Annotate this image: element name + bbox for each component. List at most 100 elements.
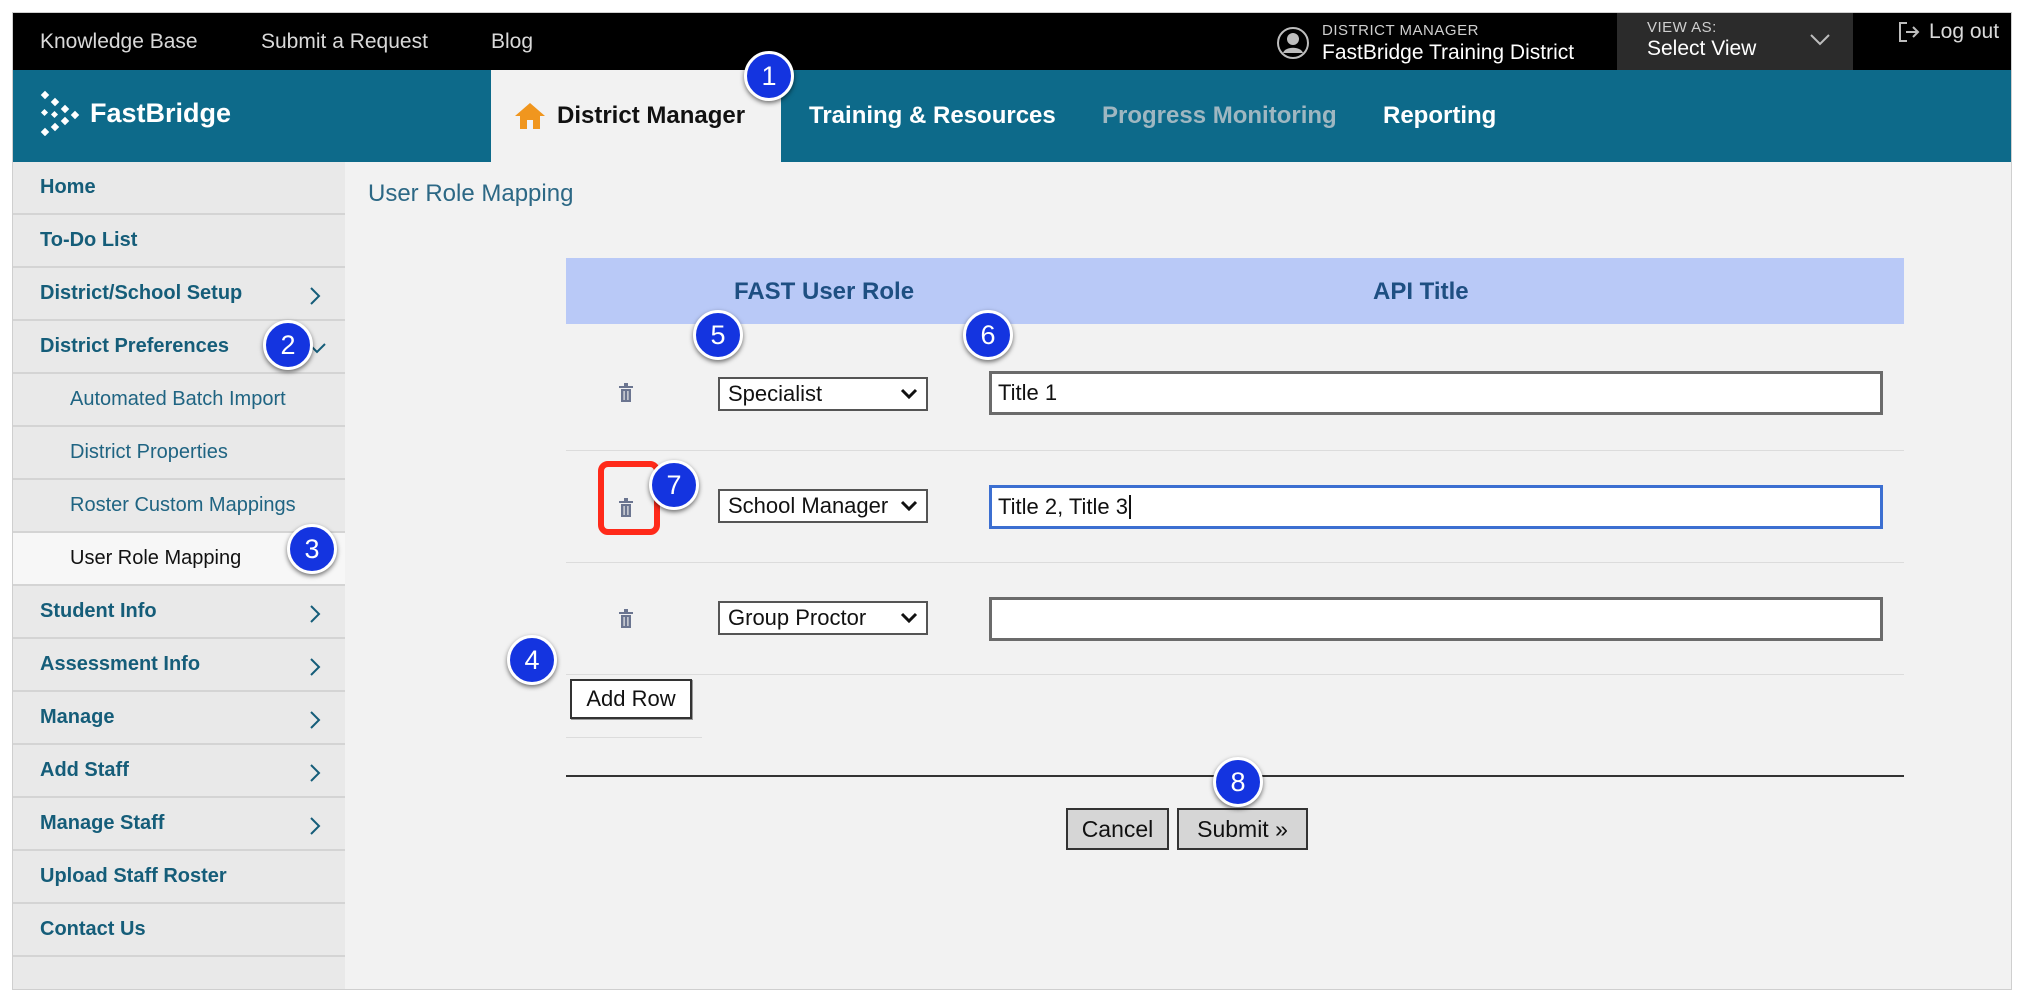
table-row: Group Proctor	[566, 563, 1904, 675]
sidebar-item-student-info[interactable]: Student Info	[13, 586, 345, 639]
input-value: Title 2, Title 3	[998, 494, 1129, 519]
select-value: Group Proctor	[728, 605, 867, 630]
text-cursor	[1129, 495, 1132, 519]
sidebar-item-manage[interactable]: Manage	[13, 692, 345, 745]
fast-user-role-select[interactable]: Group Proctor	[718, 601, 928, 635]
column-header-api-title: API Title	[1373, 278, 1469, 305]
sidebar-nav: Home To-Do List District/School Setup Di…	[13, 162, 345, 989]
user-role-label: DISTRICT MANAGER	[1322, 22, 1479, 39]
fast-user-role-select[interactable]: School Manager	[718, 489, 928, 523]
sidebar-item-label: District Properties	[70, 441, 228, 463]
chevron-down-icon	[900, 500, 918, 512]
cancel-button[interactable]: Cancel	[1066, 808, 1169, 850]
column-header-fast-user-role: FAST User Role	[734, 278, 915, 305]
app-window: Knowledge Base Submit a Request Blog DIS…	[12, 12, 2012, 990]
callout-badge-3: 3	[287, 524, 337, 574]
chevron-right-icon	[310, 711, 321, 729]
api-title-input[interactable]: Title 1	[989, 371, 1883, 415]
logout-link[interactable]: Log out	[1897, 18, 1999, 46]
sidebar-item-label: Add Staff	[40, 759, 129, 781]
callout-badge-5: 5	[693, 310, 743, 360]
add-row-divider	[566, 737, 702, 738]
sidebar-item-label: User Role Mapping	[70, 547, 242, 569]
select-value: Specialist	[728, 381, 823, 406]
user-avatar-icon	[1277, 27, 1309, 59]
add-row-button[interactable]: Add Row	[570, 679, 692, 719]
tab-label: Progress Monitoring	[1102, 102, 1337, 129]
callout-badge-1: 1	[744, 51, 794, 101]
chevron-right-icon	[310, 817, 321, 835]
callout-badge-6: 6	[963, 310, 1013, 360]
submit-button[interactable]: Submit »	[1177, 808, 1308, 850]
sidebar-item-automated-batch-import[interactable]: Automated Batch Import	[13, 374, 345, 427]
sidebar-item-district-properties[interactable]: District Properties	[13, 427, 345, 480]
table-row: Specialist Title 1	[566, 324, 1904, 451]
view-as-label: VIEW AS:	[1647, 19, 1717, 36]
tab-label: Training & Resources	[809, 102, 1056, 129]
sidebar-item-label: Upload Staff Roster	[40, 865, 227, 887]
sidebar-item-home[interactable]: Home	[13, 162, 345, 215]
sidebar-item-manage-staff[interactable]: Manage Staff	[13, 798, 345, 851]
chevron-right-icon	[310, 658, 321, 676]
knowledge-base-link[interactable]: Knowledge Base	[40, 30, 198, 54]
trash-icon[interactable]	[618, 609, 634, 629]
tab-label: District Manager	[557, 102, 746, 129]
fast-user-role-select[interactable]: Specialist	[718, 377, 928, 411]
fastbridge-logo[interactable]: FastBridge	[40, 90, 231, 136]
callout-badge-2: 2	[263, 320, 313, 370]
chevron-down-icon	[900, 612, 918, 624]
sidebar-item-contact-us[interactable]: Contact Us	[13, 904, 345, 957]
logout-icon	[1899, 22, 1920, 42]
sidebar-item-label: Home	[40, 176, 96, 198]
table-header: FAST User Role API Title	[566, 258, 1904, 324]
trash-icon[interactable]	[618, 383, 634, 403]
tab-training-resources[interactable]: Training & Resources	[787, 70, 1078, 162]
page-title: User Role Mapping	[368, 180, 574, 207]
blog-link[interactable]: Blog	[491, 30, 533, 54]
tab-district-manager[interactable]: District Manager	[491, 70, 781, 162]
sidebar-item-upload-staff-roster[interactable]: Upload Staff Roster	[13, 851, 345, 904]
top-utility-bar: Knowledge Base Submit a Request Blog DIS…	[13, 13, 2011, 70]
view-as-dropdown[interactable]: VIEW AS: Select View	[1617, 13, 1853, 70]
fastbridge-logo-icon	[40, 90, 80, 136]
table-row: School Manager Title 2, Title 3	[566, 451, 1904, 563]
district-name: FastBridge Training District	[1322, 41, 1575, 64]
sidebar-item-label: Manage Staff	[40, 812, 165, 834]
callout-badge-4: 4	[507, 635, 557, 685]
sidebar-item-label: To-Do List	[40, 229, 138, 251]
sidebar-item-label: District/School Setup	[40, 282, 243, 304]
api-title-input[interactable]	[989, 597, 1883, 641]
sidebar-item-add-staff[interactable]: Add Staff	[13, 745, 345, 798]
sidebar-item-label: Manage	[40, 706, 115, 728]
home-icon	[515, 103, 545, 129]
sidebar-item-district-school-setup[interactable]: District/School Setup	[13, 268, 345, 321]
tab-progress-monitoring[interactable]: Progress Monitoring	[1080, 70, 1359, 162]
chevron-down-icon	[1810, 34, 1830, 46]
sidebar-item-assessment-info[interactable]: Assessment Info	[13, 639, 345, 692]
callout-badge-8: 8	[1213, 757, 1263, 807]
chevron-right-icon	[310, 764, 321, 782]
sidebar-item-todo-list[interactable]: To-Do List	[13, 215, 345, 268]
callout-badge-7: 7	[649, 460, 699, 510]
logout-label: Log out	[1929, 20, 2000, 43]
chevron-right-icon	[310, 287, 321, 305]
sidebar-item-label: Automated Batch Import	[70, 388, 286, 410]
tab-label: Reporting	[1383, 102, 1497, 129]
sidebar-item-roster-custom-mappings[interactable]: Roster Custom Mappings	[13, 480, 345, 533]
sidebar-item-label: District Preferences	[40, 335, 229, 357]
input-value: Title 1	[998, 380, 1058, 405]
main-header: FastBridge District Manager Training & R…	[13, 70, 2011, 162]
logo-text: FastBridge	[90, 97, 232, 128]
api-title-input[interactable]: Title 2, Title 3	[989, 485, 1883, 529]
tab-reporting[interactable]: Reporting	[1361, 70, 1518, 162]
sidebar-item-label: Contact Us	[40, 918, 146, 940]
chevron-right-icon	[310, 605, 321, 623]
delete-highlight-box	[598, 461, 660, 535]
select-value: School Manager	[728, 493, 889, 518]
submit-request-link[interactable]: Submit a Request	[261, 30, 428, 54]
sidebar-item-label: Student Info	[40, 600, 157, 622]
sidebar-item-label: Assessment Info	[40, 653, 201, 675]
chevron-down-icon	[900, 388, 918, 400]
row-divider	[566, 674, 1904, 675]
sidebar-item-label: Roster Custom Mappings	[70, 494, 296, 516]
